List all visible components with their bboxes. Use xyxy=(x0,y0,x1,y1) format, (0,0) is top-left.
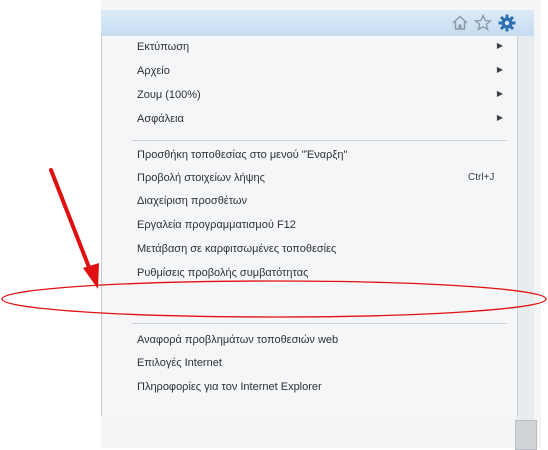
menu-item-manage-addons[interactable]: Διαχείριση προσθέτων xyxy=(102,192,515,214)
scrollbar-thumb[interactable] xyxy=(515,420,537,450)
menu-item-label: Μετάβαση σε καρφιτσωμένες τοποθεσίες xyxy=(137,243,337,255)
menu-item-safety[interactable]: Ασφάλεια ▶ xyxy=(102,110,515,132)
home-icon[interactable] xyxy=(450,13,470,33)
favorites-star-icon[interactable] xyxy=(473,13,493,33)
menu-item-label: Προσθήκη τοποθεσίας στο μενού "Έναρξη" xyxy=(137,149,348,161)
menu-item-label: Αρχείο xyxy=(137,65,170,77)
menu-item-label: Εργαλεία προγραμματισμού F12 xyxy=(137,219,296,231)
menu-item-label: Προβολή στοιχείων λήψης xyxy=(137,172,265,184)
menu-item-label: Εκτύπωση xyxy=(137,41,190,53)
browser-toolbar xyxy=(101,10,534,37)
menu-item-view-downloads[interactable]: Προβολή στοιχείων λήψης Ctrl+J xyxy=(102,169,515,191)
shortcut-text: Ctrl+J xyxy=(468,172,495,183)
menu-item-about-internet-explorer[interactable]: Πληροφορίες για τον Internet Explorer xyxy=(102,378,515,400)
menu-item-f12-developer-tools[interactable]: Εργαλεία προγραμματισμού F12 xyxy=(102,216,515,238)
submenu-arrow-icon: ▶ xyxy=(496,65,503,74)
menu-item-zoom[interactable]: Ζουμ (100%) ▶ xyxy=(102,86,515,108)
tools-gear-icon[interactable] xyxy=(497,13,517,33)
submenu-arrow-icon: ▶ xyxy=(496,113,503,122)
menu-item-report-website-problems[interactable]: Αναφορά προβλημάτων τοποθεσιών web xyxy=(102,331,515,353)
menu-item-add-site-to-start[interactable]: Προσθήκη τοποθεσίας στο μενού "Έναρξη" xyxy=(102,146,515,168)
menu-item-label: Πληροφορίες για τον Internet Explorer xyxy=(137,381,322,393)
menu-item-label: Ασφάλεια xyxy=(137,113,184,125)
menu-item-internet-options[interactable]: Επιλογές Internet xyxy=(102,354,515,376)
menu-item-compatibility-view-settings[interactable]: Ρυθμίσεις προβολής συμβατότητας xyxy=(102,264,515,286)
submenu-arrow-icon: ▶ xyxy=(496,89,503,98)
menu-item-label: Ρυθμίσεις προβολής συμβατότητας xyxy=(137,267,309,279)
scrollbar-track[interactable] xyxy=(516,36,534,448)
tools-menu: Εκτύπωση ▶ Αρχείο ▶ Ζουμ (100%) ▶ Ασφάλε… xyxy=(101,36,518,416)
submenu-arrow-icon: ▶ xyxy=(496,41,503,50)
menu-separator xyxy=(132,323,507,324)
menu-item-label: Επιλογές Internet xyxy=(137,357,222,369)
menu-item-file[interactable]: Αρχείο ▶ xyxy=(102,62,515,84)
menu-item-print[interactable]: Εκτύπωση ▶ xyxy=(102,38,515,60)
menu-item-label: Αναφορά προβλημάτων τοποθεσιών web xyxy=(137,334,339,346)
menu-item-pinned-sites[interactable]: Μετάβαση σε καρφιτσωμένες τοποθεσίες xyxy=(102,240,515,262)
menu-item-label: Ζουμ (100%) xyxy=(137,89,201,101)
menu-separator xyxy=(132,140,507,141)
annotation-arrow xyxy=(49,168,99,289)
menu-item-label: Διαχείριση προσθέτων xyxy=(137,195,247,207)
